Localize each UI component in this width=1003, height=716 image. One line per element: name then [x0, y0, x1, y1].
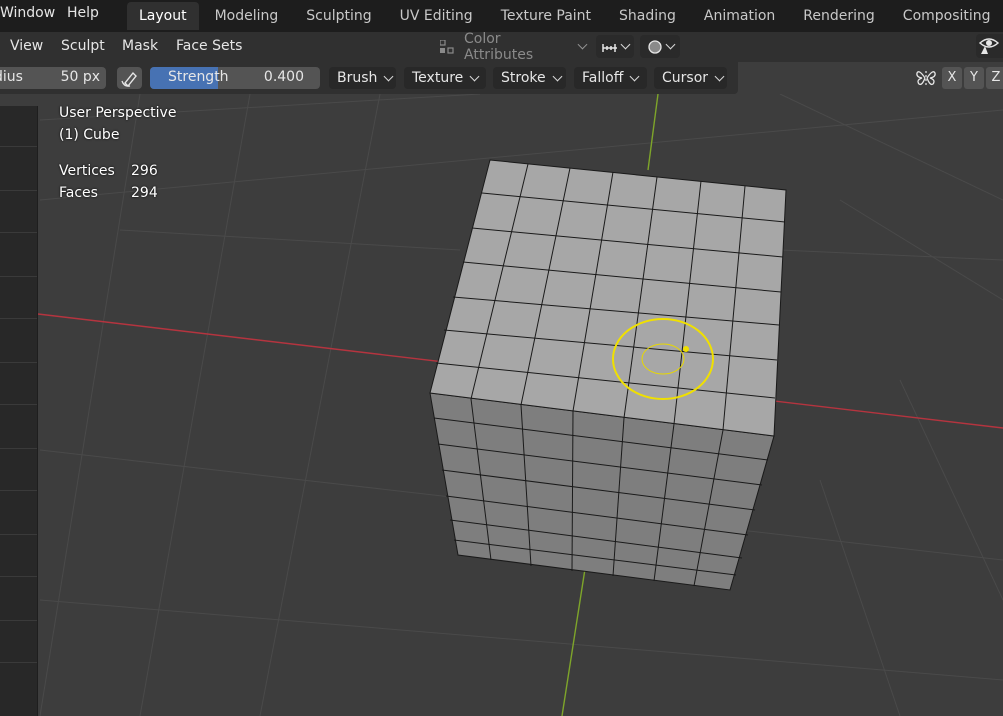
- tab-uv-editing[interactable]: UV Editing: [388, 2, 485, 30]
- pen-pressure-toggle[interactable]: [117, 67, 142, 89]
- vertices-stat-value: 296: [131, 163, 158, 179]
- symmetry-x-toggle[interactable]: X: [942, 67, 962, 89]
- snap-increment-icon: [601, 43, 617, 52]
- menu-window[interactable]: Window: [0, 5, 55, 21]
- mirror-butterfly-icon: [915, 67, 937, 89]
- falloff-dropdown[interactable]: Falloff: [574, 67, 647, 89]
- chevron-down-icon: [665, 39, 675, 50]
- tab-animation[interactable]: Animation: [692, 2, 787, 30]
- tool-settings-bar: dius 50 px Strength 0.400 Brush Texture …: [0, 62, 738, 94]
- radius-value: 50 px: [60, 69, 100, 85]
- tab-texture-paint[interactable]: Texture Paint: [489, 2, 603, 30]
- menu-mask[interactable]: Mask: [122, 38, 158, 54]
- visibility-toggle[interactable]: [976, 34, 1003, 58]
- strength-slider[interactable]: Strength 0.400: [150, 67, 320, 89]
- viewport-header: View Sculpt Mask Face Sets Color Attribu…: [0, 31, 1003, 63]
- pen-pressure-icon: [121, 71, 137, 88]
- stroke-dropdown[interactable]: Stroke: [493, 67, 566, 89]
- chevron-down-icon: [383, 71, 394, 81]
- color-attributes-label: Color Attributes: [464, 30, 534, 63]
- symmetry-z-toggle[interactable]: Z: [986, 67, 1003, 89]
- cube-mesh[interactable]: [429, 159, 787, 591]
- menu-sculpt[interactable]: Sculpt: [61, 38, 105, 54]
- active-object-label: (1) Cube: [59, 127, 120, 143]
- snapping-dropdown[interactable]: [596, 35, 634, 58]
- left-toolbar[interactable]: [0, 106, 38, 716]
- shading-dropdown[interactable]: [640, 35, 680, 58]
- strength-label: Strength: [168, 69, 229, 85]
- brush-dropdown[interactable]: Brush: [329, 67, 396, 89]
- symmetry-controls: X Y Z: [915, 66, 1003, 90]
- solid-shading-icon: [647, 39, 662, 54]
- menu-view[interactable]: View: [10, 38, 43, 54]
- symmetry-y-toggle[interactable]: Y: [964, 67, 984, 89]
- eye-icon: [978, 38, 1000, 54]
- falloff-label: Falloff: [582, 70, 624, 86]
- cursor-dropdown[interactable]: Cursor: [654, 67, 727, 89]
- faces-stat-value: 294: [131, 185, 158, 201]
- color-attributes-dropdown[interactable]: Color Attributes: [434, 31, 588, 63]
- chevron-down-icon: [629, 71, 640, 81]
- faces-stat-label: Faces: [59, 185, 98, 201]
- stroke-label: Stroke: [501, 70, 546, 86]
- menu-help[interactable]: Help: [67, 5, 99, 21]
- chevron-down-icon: [577, 39, 588, 50]
- y-axis-line-top: [647, 94, 659, 171]
- tab-sculpting[interactable]: Sculpting: [294, 2, 383, 30]
- cursor-label: Cursor: [662, 70, 709, 86]
- brush-label: Brush: [337, 70, 378, 86]
- chevron-down-icon: [714, 71, 725, 81]
- texture-dropdown[interactable]: Texture: [404, 67, 486, 89]
- chevron-down-icon: [469, 71, 480, 81]
- vertices-stat-label: Vertices: [59, 163, 115, 179]
- workspace-tabs: Layout Modeling Sculpting UV Editing Texture…: [127, 0, 1003, 32]
- top-menu-bar: Window Help Layout Modeling Sculpting UV Ed…: [0, 0, 1003, 32]
- tab-modeling[interactable]: Modeling: [203, 2, 291, 30]
- menu-face-sets[interactable]: Face Sets: [176, 38, 242, 54]
- strength-value: 0.400: [263, 69, 304, 85]
- tab-rendering[interactable]: Rendering: [791, 2, 887, 30]
- tab-shading[interactable]: Shading: [607, 2, 688, 30]
- chevron-down-icon: [552, 71, 563, 81]
- color-attributes-icon: [439, 38, 454, 54]
- tab-layout[interactable]: Layout: [127, 2, 199, 30]
- tab-compositing[interactable]: Compositing: [891, 2, 1003, 30]
- radius-field[interactable]: dius 50 px: [0, 67, 106, 89]
- radius-label: dius: [0, 69, 23, 85]
- view-perspective-label: User Perspective: [59, 105, 177, 121]
- chevron-down-icon: [620, 39, 630, 50]
- texture-label: Texture: [412, 70, 464, 86]
